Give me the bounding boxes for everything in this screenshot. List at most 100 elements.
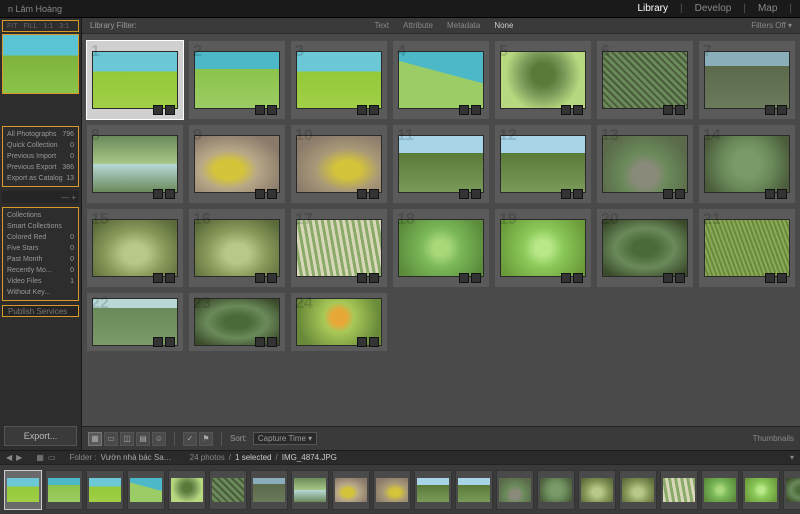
- filmstrip-cell[interactable]: [168, 470, 206, 510]
- badge-icon[interactable]: [675, 273, 685, 283]
- collection-item[interactable]: Smart Collections: [3, 221, 78, 232]
- badge-icon[interactable]: [573, 273, 583, 283]
- filmstrip-cell[interactable]: [45, 470, 83, 510]
- badge-icon[interactable]: [561, 273, 571, 283]
- badge-icon[interactable]: [153, 105, 163, 115]
- badge-icon[interactable]: [369, 189, 379, 199]
- grid-cell[interactable]: 14: [698, 124, 796, 204]
- grid-cell[interactable]: 3: [290, 40, 388, 120]
- publish-services-header[interactable]: Publish Services: [2, 305, 79, 317]
- survey-view-icon[interactable]: ▤: [136, 432, 150, 446]
- badge-icon[interactable]: [663, 273, 673, 283]
- grid-cell[interactable]: 17: [290, 208, 388, 288]
- badge-icon[interactable]: [357, 337, 367, 347]
- grid-cell[interactable]: 19: [494, 208, 592, 288]
- filmstrip-cell[interactable]: [4, 470, 42, 510]
- filmstrip-cell[interactable]: [455, 470, 493, 510]
- grid-cell[interactable]: 11: [392, 124, 490, 204]
- collection-item[interactable]: Past Month0: [3, 254, 78, 265]
- filmstrip-cell[interactable]: [332, 470, 370, 510]
- filmstrip-cell[interactable]: [209, 470, 247, 510]
- filmstrip-cell[interactable]: [619, 470, 657, 510]
- catalog-item[interactable]: All Photographs796: [3, 129, 78, 140]
- badge-icon[interactable]: [267, 337, 277, 347]
- badge-icon[interactable]: [765, 273, 775, 283]
- catalog-item[interactable]: Quick Collection0: [3, 140, 78, 151]
- catalog-item[interactable]: Export as Catalog13: [3, 173, 78, 184]
- grid-cell[interactable]: 20: [596, 208, 694, 288]
- catalog-item[interactable]: Previous Export386: [3, 162, 78, 173]
- badge-icon[interactable]: [459, 189, 469, 199]
- module-develop[interactable]: Develop: [695, 3, 732, 14]
- module-library[interactable]: Library: [637, 3, 668, 14]
- prev-photo-icon[interactable]: ◀: [6, 453, 12, 462]
- filmstrip-cell[interactable]: [414, 470, 452, 510]
- grid-view-icon[interactable]: ▦: [88, 432, 102, 446]
- folder-name[interactable]: Vườn nhà bác Sa…: [101, 453, 172, 462]
- filmstrip-cell[interactable]: [701, 470, 739, 510]
- sort-select[interactable]: Capture Time ▾: [253, 432, 317, 445]
- badge-icon[interactable]: [663, 105, 673, 115]
- panel-collapse-icon[interactable]: — +: [2, 191, 79, 203]
- grid-cell[interactable]: 2: [188, 40, 286, 120]
- badge-icon[interactable]: [777, 105, 787, 115]
- export-button[interactable]: Export...: [4, 426, 77, 446]
- badge-icon[interactable]: [369, 337, 379, 347]
- grid-cell[interactable]: 22: [86, 292, 184, 352]
- filmstrip[interactable]: [0, 464, 800, 514]
- filter-preset-menu[interactable]: Filters Off ▾: [751, 21, 792, 30]
- collection-item[interactable]: Colored Red0: [3, 232, 78, 243]
- badge-icon[interactable]: [777, 189, 787, 199]
- filter-none[interactable]: None: [494, 21, 513, 30]
- filmstrip-cell[interactable]: [537, 470, 575, 510]
- badge-icon[interactable]: [663, 189, 673, 199]
- badge-icon[interactable]: [267, 105, 277, 115]
- people-view-icon[interactable]: ☺: [152, 432, 166, 446]
- secondary-display-icon[interactable]: ▭: [48, 453, 56, 462]
- collection-item[interactable]: Recently Mo...0: [3, 265, 78, 276]
- painter-icon[interactable]: ✓: [183, 432, 197, 446]
- grid-cell[interactable]: 7: [698, 40, 796, 120]
- module-map[interactable]: Map: [758, 3, 777, 14]
- filmstrip-cell[interactable]: [86, 470, 124, 510]
- zoom-fit[interactable]: FIT: [7, 23, 18, 30]
- badge-icon[interactable]: [255, 273, 265, 283]
- badge-icon[interactable]: [369, 105, 379, 115]
- collection-item[interactable]: Without Key...: [3, 287, 78, 298]
- grid-cell[interactable]: 23: [188, 292, 286, 352]
- grid-cell[interactable]: 12: [494, 124, 592, 204]
- grid-cell[interactable]: 16: [188, 208, 286, 288]
- filter-attribute[interactable]: Attribute: [403, 21, 433, 30]
- filmstrip-cell[interactable]: [578, 470, 616, 510]
- badge-icon[interactable]: [153, 273, 163, 283]
- zoom-fill[interactable]: FILL: [24, 23, 38, 30]
- badge-icon[interactable]: [267, 189, 277, 199]
- grid-cell[interactable]: 24: [290, 292, 388, 352]
- badge-icon[interactable]: [267, 273, 277, 283]
- grid-cell[interactable]: 21: [698, 208, 796, 288]
- badge-icon[interactable]: [153, 189, 163, 199]
- badge-icon[interactable]: [765, 189, 775, 199]
- filmstrip-cell[interactable]: [127, 470, 165, 510]
- badge-icon[interactable]: [369, 273, 379, 283]
- grid-cell[interactable]: 8: [86, 124, 184, 204]
- badge-icon[interactable]: [573, 105, 583, 115]
- next-photo-icon[interactable]: ▶: [16, 453, 22, 462]
- filmstrip-cell[interactable]: [783, 470, 800, 510]
- badge-icon[interactable]: [561, 105, 571, 115]
- grid-view[interactable]: 1 2 3 4 5 6 7 8 9 10 11 12 13: [82, 34, 800, 426]
- navigator-preview[interactable]: [2, 34, 79, 94]
- filmstrip-cell[interactable]: [742, 470, 780, 510]
- badge-icon[interactable]: [255, 337, 265, 347]
- zoom-1-1[interactable]: 1:1: [44, 23, 54, 30]
- badge-icon[interactable]: [675, 189, 685, 199]
- badge-icon[interactable]: [471, 273, 481, 283]
- badge-icon[interactable]: [255, 105, 265, 115]
- filmstrip-cell[interactable]: [660, 470, 698, 510]
- badge-icon[interactable]: [675, 105, 685, 115]
- compare-view-icon[interactable]: ◫: [120, 432, 134, 446]
- badge-icon[interactable]: [459, 105, 469, 115]
- grid-cell[interactable]: 1: [86, 40, 184, 120]
- badge-icon[interactable]: [561, 189, 571, 199]
- badge-icon[interactable]: [471, 105, 481, 115]
